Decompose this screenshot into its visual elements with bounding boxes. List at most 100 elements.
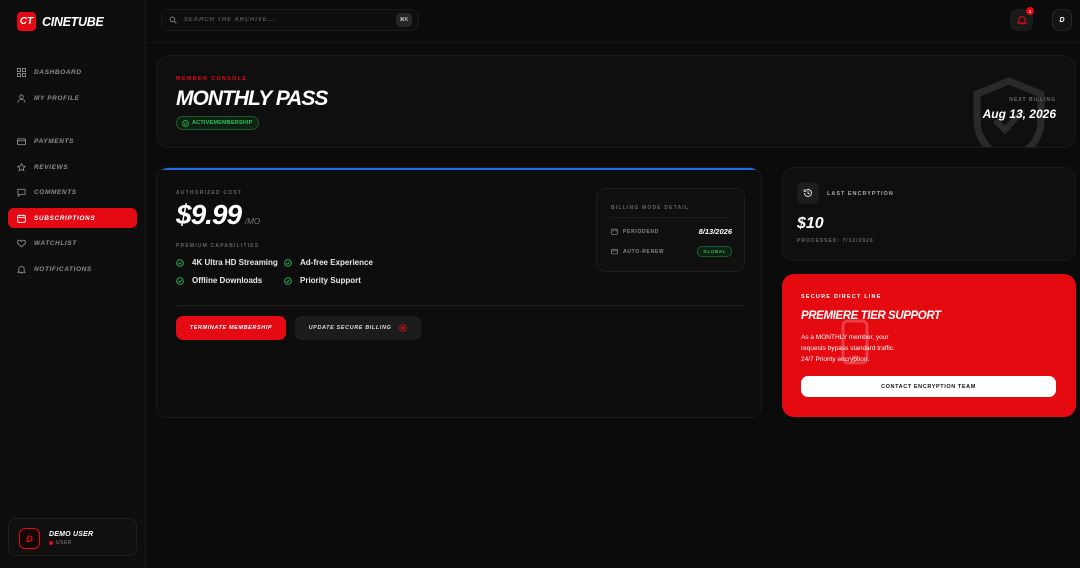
premiere-support-card: SECURE DIRECT LINE PREMIERE TIER SUPPORT…: [782, 274, 1076, 417]
last-encryption-processed: PROCESSED: 7/12/2026: [797, 238, 874, 244]
plan-card: AUTHORIZED COST $9.99 /MO PREMIUM CAPABI…: [156, 167, 762, 418]
cost-label: AUTHORIZED COST: [176, 190, 243, 196]
support-body-line: requests bypass standard traffic.: [801, 345, 895, 352]
support-eyebrow: SECURE DIRECT LINE: [801, 294, 882, 300]
last-encryption-label: LAST ENCRYPTION: [827, 191, 894, 197]
auto-renew-label: AUTO-RENEW: [623, 248, 665, 255]
sidebar-item-label: PAYMENTS: [34, 137, 74, 145]
next-billing-label: NEXT BILLING: [1009, 97, 1056, 103]
card-icon: [17, 137, 26, 145]
sidebar-item-notifications[interactable]: NOTIFICATIONS: [8, 259, 137, 279]
billing-mode-detail: BILLING MODE DETAIL PERIODEND 8/13/2026 …: [596, 188, 745, 272]
phone-icon: [841, 319, 869, 365]
period-end-key: PERIODEND: [611, 228, 659, 235]
status-badge: ACTIVEMEMBERSHIP: [176, 116, 259, 130]
check-circle-icon: [176, 276, 184, 285]
sidebar-item-label: DASHBOARD: [34, 68, 82, 76]
hero-eyebrow: MEMBER CONSOLE: [176, 76, 248, 82]
update-billing-label: UPDATE SECURE BILLING: [308, 325, 392, 331]
next-billing-date: Aug 13, 2026: [982, 107, 1056, 121]
feature-label: 4K Ultra HD Streaming: [192, 258, 278, 267]
sidebar-item-label: REVIEWS: [34, 163, 69, 171]
user-name: DEMO USER: [49, 531, 94, 538]
brand-name: CINETUBE: [42, 14, 104, 29]
membership-hero: MEMBER CONSOLE MONTHLY PASS ACTIVEMEMBER…: [156, 55, 1076, 148]
period-end-value: 8/13/2026: [698, 227, 732, 236]
price-period: /MO: [245, 217, 261, 226]
auto-renew-row: AUTO-RENEW GLOBAL: [611, 246, 732, 257]
divider: [176, 305, 744, 306]
sidebar-item-comments[interactable]: COMMENTS: [8, 182, 137, 202]
sidebar-item-my-profile[interactable]: MY PROFILE: [8, 88, 137, 108]
avatar: D: [19, 528, 40, 549]
notification-count-badge: 1: [1026, 7, 1034, 15]
feature-label: Priority Support: [300, 276, 361, 285]
capabilities-label: PREMIUM CAPABILITIES: [176, 243, 260, 249]
check-circle-icon: [284, 258, 292, 267]
search-icon: [169, 16, 177, 24]
check-circle-icon: [176, 258, 184, 267]
feature-label: Ad-free Experience: [300, 258, 373, 267]
feature-item: Priority Support: [284, 276, 361, 285]
support-body: As a MONTHLY member, your requests bypas…: [801, 332, 951, 365]
user-role-label: USER: [56, 540, 72, 546]
record-icon: [399, 324, 408, 332]
sidebar-item-dashboard[interactable]: DASHBOARD: [8, 62, 137, 82]
feature-item: Ad-free Experience: [284, 258, 373, 267]
billing-mode-label: BILLING MODE DETAIL: [611, 205, 690, 211]
feature-label: Offline Downloads: [192, 276, 263, 285]
support-body-line: As a MONTHLY member, your: [801, 334, 889, 341]
search-bar[interactable]: ⌘K: [161, 9, 419, 31]
check-circle-icon: [284, 276, 292, 285]
period-end-label: PERIODEND: [623, 228, 660, 235]
contact-encryption-team-button[interactable]: CONTACT ENCRYPTION TEAM: [801, 376, 1056, 397]
divider: [611, 217, 732, 218]
sidebar-item-subscriptions[interactable]: SUBSCRIPTIONS: [8, 208, 137, 228]
user-role: USER: [49, 540, 72, 546]
user-icon: [17, 93, 26, 103]
brand[interactable]: CT CINETUBE: [17, 12, 104, 31]
user-card[interactable]: D DEMO USER USER: [8, 518, 137, 556]
page-title: MONTHLY PASS: [176, 87, 328, 110]
sidebar-item-payments[interactable]: PAYMENTS: [8, 131, 137, 151]
dashboard-icon: [17, 67, 26, 77]
bell-icon: [1016, 16, 1027, 25]
support-body-line: 24/7 Priority encryption.: [801, 356, 870, 363]
feature-item: Offline Downloads: [176, 276, 262, 285]
sidebar-item-label: COMMENTS: [34, 188, 77, 196]
shortcut-hint: ⌘K: [396, 13, 412, 27]
card-icon: [611, 249, 618, 255]
bell-icon: [17, 265, 26, 274]
brand-logo: CT: [17, 12, 36, 31]
status-dot-icon: [49, 541, 53, 545]
last-encryption-card: LAST ENCRYPTION $10 PROCESSED: 7/12/2026: [782, 167, 1076, 261]
plan-price: $9.99: [176, 199, 242, 230]
sidebar-item-label: MY PROFILE: [34, 94, 80, 102]
last-encryption-amount: $10: [797, 215, 824, 232]
history-icon: [803, 188, 812, 197]
auto-renew-badge: GLOBAL: [697, 246, 732, 257]
sidebar-item-watchlist[interactable]: WATCHLIST: [8, 233, 137, 253]
history-icon-wrapper: [797, 182, 819, 204]
calendar-icon: [17, 213, 26, 223]
sidebar: CT CINETUBE DASHBOARD MY PROFILE PAYMENT…: [0, 0, 146, 568]
calendar-icon: [611, 228, 618, 235]
sidebar-item-label: NOTIFICATIONS: [34, 265, 92, 273]
header-avatar[interactable]: D: [1052, 9, 1072, 31]
plan-card-accent: [157, 168, 761, 170]
period-end-row: PERIODEND 8/13/2026: [611, 227, 732, 236]
check-circle-icon: [182, 119, 189, 127]
feature-item: 4K Ultra HD Streaming: [176, 258, 278, 267]
sidebar-item-label: SUBSCRIPTIONS: [34, 214, 96, 222]
header-divider: [146, 42, 1080, 43]
comment-icon: [17, 188, 26, 197]
star-icon: [17, 162, 26, 172]
sidebar-item-reviews[interactable]: REVIEWS: [8, 157, 137, 177]
auto-renew-key: AUTO-RENEW: [611, 248, 664, 255]
sidebar-item-label: WATCHLIST: [34, 239, 77, 247]
update-billing-button[interactable]: UPDATE SECURE BILLING: [295, 316, 421, 340]
support-title: PREMIERE TIER SUPPORT: [801, 310, 941, 322]
terminate-membership-button[interactable]: TERMINATE MEMBERSHIP: [176, 316, 286, 340]
search-input[interactable]: [184, 17, 384, 23]
status-badge-label: ACTIVEMEMBERSHIP: [192, 120, 253, 126]
